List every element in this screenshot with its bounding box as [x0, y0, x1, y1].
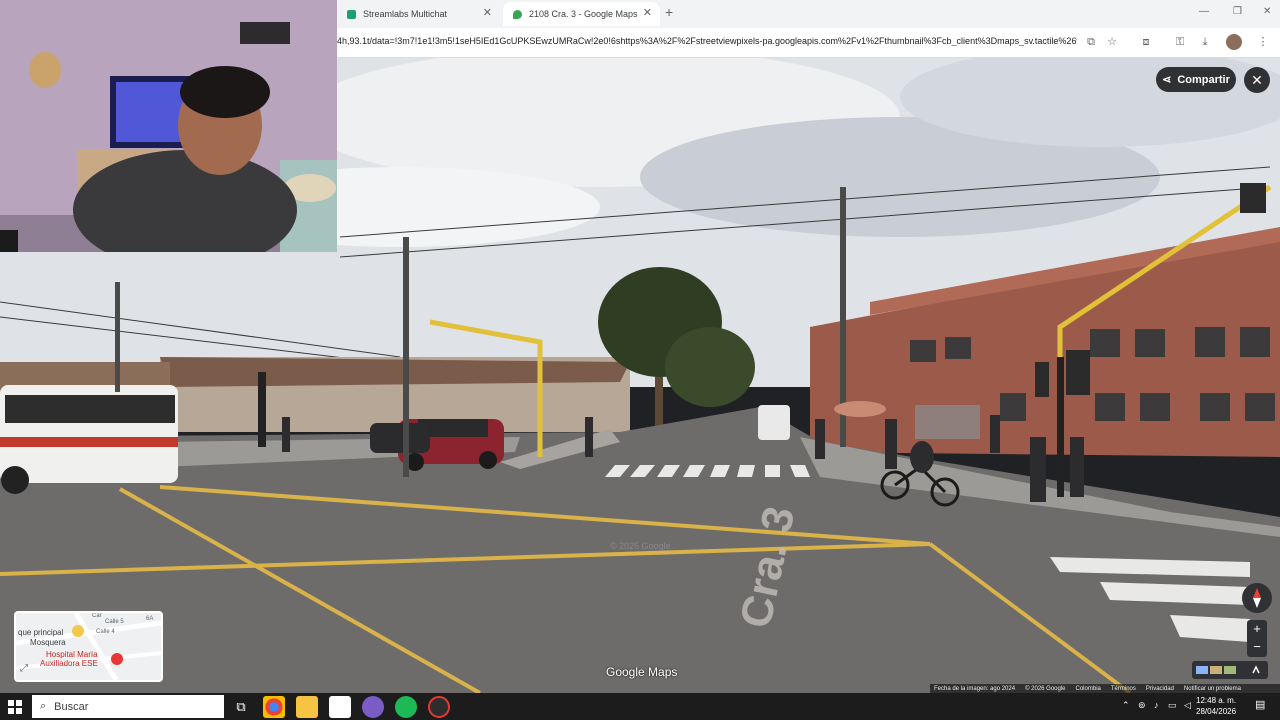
country-link[interactable]: Colombia — [1076, 686, 1101, 692]
browser-tab-strip: Streamlabs Multichat ✕ 2108 Cra. 3 - Goo… — [337, 0, 1280, 28]
terms-link[interactable]: Términos — [1111, 686, 1136, 692]
compass-icon — [1253, 588, 1261, 608]
bookmark-star-icon[interactable]: ☆ — [1104, 34, 1120, 50]
taskbar-search-box[interactable]: ⌕ Buscar — [32, 695, 224, 718]
minimap-place-label: Auxiliadora ESE — [40, 659, 98, 668]
report-problem-link[interactable]: Notificar un problema — [1184, 686, 1241, 692]
file-explorer-icon[interactable] — [296, 696, 318, 718]
minimap[interactable]: que principal Mosquera Hospital María Au… — [14, 611, 163, 682]
privacy-link[interactable]: Privacidad — [1146, 686, 1174, 692]
share-button[interactable]: ⋖ Compartir — [1156, 67, 1236, 92]
notifications-icon[interactable]: ▤ — [1255, 698, 1265, 711]
streamlabs-app-icon[interactable] — [362, 696, 384, 718]
zoom-in-button[interactable]: + — [1247, 620, 1267, 638]
copyright: © 2026 Google — [1025, 686, 1066, 692]
photo-thumbnails-icon — [1196, 665, 1260, 674]
meet-now-icon[interactable]: ⊚ — [1138, 700, 1146, 711]
clock-date: 28/04/2026 — [1196, 707, 1237, 716]
image-date: Fecha de la imagen: ago 2024 — [934, 686, 1016, 692]
tray-chevron-icon[interactable]: ⌃ — [1122, 700, 1130, 711]
tab-title: 2108 Cra. 3 - Google Maps — [529, 9, 638, 19]
tab-streamlabs-multichat[interactable]: Streamlabs Multichat ✕ — [337, 2, 500, 26]
microphone-icon[interactable]: ♪ — [1154, 700, 1159, 710]
minimap-street-label: Car — [92, 613, 102, 619]
google-maps-logo: Google Maps — [606, 665, 678, 679]
spotify-icon[interactable] — [395, 696, 417, 718]
restore-window-button[interactable]: ❐ — [1233, 6, 1242, 17]
windows-taskbar: ⌕ Buscar ⧉ — [0, 693, 1280, 720]
google-maps-icon — [513, 9, 522, 19]
search-placeholder: Buscar — [54, 700, 89, 713]
windows-start-icon[interactable] — [5, 697, 25, 717]
download-icon[interactable]: ⤓ — [1197, 34, 1213, 50]
minimap-place-label: Mosquera — [30, 638, 66, 647]
zoom-out-button[interactable]: − — [1247, 638, 1267, 656]
close-tab-icon[interactable]: ✕ — [483, 6, 492, 19]
minimap-street-label: Calle 5 — [105, 619, 124, 625]
close-window-button[interactable]: ✕ — [1263, 6, 1271, 17]
compass-control[interactable] — [1242, 583, 1272, 613]
chrome-icon[interactable] — [263, 696, 285, 718]
search-icon: ⌕ — [40, 700, 47, 712]
address-bar: 4h,93.1t/data=!3m7!1e1!3m5!1seH5IEd1GcUP… — [337, 28, 1280, 58]
close-street-view-button[interactable]: ✕ — [1244, 67, 1270, 93]
network-icon[interactable]: ▭ — [1168, 700, 1177, 711]
extensions-icon[interactable]: ⧈ — [1138, 34, 1154, 50]
street-view-watermark: © 2025 Google — [610, 541, 671, 551]
streamer-webcam-image — [0, 0, 337, 252]
password-key-icon[interactable]: ⚿ — [1172, 34, 1188, 50]
minimap-place-label: que principal — [18, 628, 64, 637]
minimap-street-label: 6A — [146, 616, 154, 622]
minimize-window-button[interactable]: — — [1199, 6, 1209, 17]
taskbar-clock[interactable]: 12:48 a. m. 28/04/2026 — [1196, 695, 1236, 717]
microsoft-store-icon[interactable] — [329, 696, 351, 718]
tab-title: Streamlabs Multichat — [363, 9, 448, 19]
task-view-icon[interactable]: ⧉ — [230, 696, 252, 718]
url-field[interactable]: 4h,93.1t/data=!3m7!1e1!3m5!1seH5IEd1GcUP… — [337, 36, 1077, 46]
clock-time: 12:48 a. m. — [1196, 696, 1237, 705]
menu-kebab-icon[interactable]: ⋮ — [1255, 34, 1271, 50]
expand-map-icon[interactable]: ⤢ — [20, 663, 28, 674]
profile-avatar-icon[interactable] — [1226, 34, 1242, 50]
image-gallery-toggle[interactable] — [1192, 661, 1268, 679]
streamlabs-icon — [347, 9, 356, 19]
install-app-icon[interactable]: ⧉ — [1083, 34, 1099, 50]
minimap-place-label: Hospital María — [46, 650, 98, 659]
tab-google-maps[interactable]: 2108 Cra. 3 - Google Maps ✕ — [503, 2, 660, 26]
new-tab-button[interactable]: + — [665, 4, 673, 20]
webcam-overlay — [0, 0, 337, 252]
volume-icon[interactable]: ◁ — [1184, 700, 1191, 711]
zoom-control: + − — [1247, 620, 1267, 657]
obs-icon[interactable] — [428, 696, 450, 718]
minimap-street-label: Calle 4 — [96, 629, 115, 635]
share-label: Compartir — [1177, 73, 1230, 86]
share-icon: ⋖ — [1162, 74, 1172, 86]
close-tab-icon[interactable]: ✕ — [643, 6, 652, 19]
